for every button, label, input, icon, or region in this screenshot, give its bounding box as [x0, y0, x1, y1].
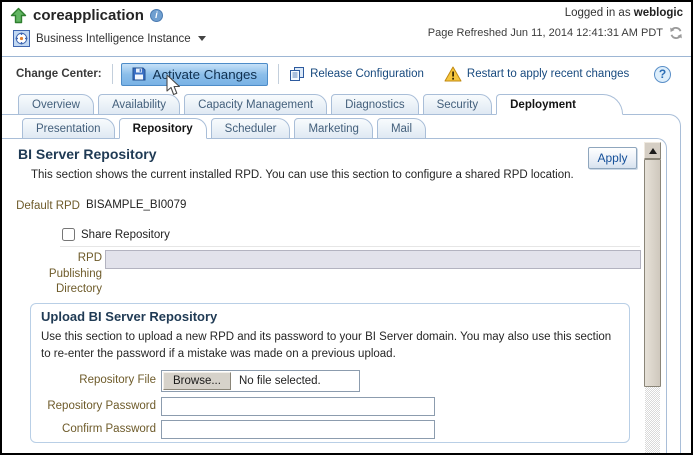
row-divider	[60, 246, 640, 247]
browse-button[interactable]: Browse...	[163, 372, 231, 390]
tab-repository[interactable]: Repository	[118, 118, 207, 139]
share-repository-row: Share Repository	[62, 228, 170, 241]
primary-tab-bar: Overview Availability Capacity Managemen…	[2, 91, 642, 115]
repository-file-input: Browse... No file selected.	[161, 370, 360, 392]
vertical-scrollbar	[644, 142, 661, 453]
username: weblogic	[633, 7, 683, 19]
rpd-publishing-directory-label: RPD Publishing Directory	[48, 252, 102, 296]
help-icon[interactable]: ?	[654, 65, 671, 83]
warning-icon	[444, 66, 462, 82]
save-icon	[132, 67, 146, 81]
rpd-publishing-directory-field	[105, 250, 641, 269]
page-refreshed-text: Page Refreshed Jun 11, 2014 12:41:31 AM …	[427, 27, 663, 39]
tab-overview[interactable]: Overview	[18, 94, 94, 115]
page-title: coreapplication	[33, 7, 144, 24]
tab-scheduler[interactable]: Scheduler	[210, 118, 291, 139]
change-center-bar: Change Center: Activate Changes Release …	[2, 56, 691, 91]
separator	[278, 64, 280, 84]
share-repository-label: Share Repository	[81, 228, 170, 241]
change-center-label: Change Center:	[16, 68, 102, 80]
repository-password-field[interactable]	[161, 397, 435, 416]
repository-panel: BI Server Repository Apply This section …	[2, 139, 644, 453]
tab-availability[interactable]: Availability	[97, 94, 181, 115]
restart-notice: Restart to apply recent changes	[444, 66, 629, 82]
activate-changes-button[interactable]: Activate Changes	[120, 62, 269, 86]
tab-diagnostics[interactable]: Diagnostics	[331, 94, 419, 115]
repository-file-label: Repository File	[79, 374, 156, 386]
tab-security[interactable]: Security	[422, 94, 493, 115]
app-window: coreapplication i Business Intelligence …	[2, 2, 691, 453]
secondary-tab-bar: Presentation Repository Scheduler Market…	[2, 115, 612, 139]
repository-password-label: Repository Password	[47, 400, 156, 412]
scrollbar-thumb[interactable]	[644, 159, 661, 387]
default-rpd-label: Default RPD	[16, 200, 80, 212]
logged-in-text: Logged in as weblogic	[564, 7, 683, 19]
share-repository-checkbox[interactable]	[62, 228, 75, 241]
instance-menu-label: Business Intelligence Instance	[36, 32, 191, 45]
tab-marketing[interactable]: Marketing	[294, 118, 373, 139]
upload-section-description: Use this section to upload a new RPD and…	[41, 331, 612, 360]
release-configuration-link[interactable]: Release Configuration	[289, 66, 424, 82]
section-description: This section shows the current installed…	[31, 169, 574, 181]
confirm-password-label: Confirm Password	[62, 423, 156, 435]
chevron-down-icon	[197, 36, 206, 41]
scrollbar-track[interactable]	[645, 387, 660, 453]
tab-deployment[interactable]: Deployment	[496, 94, 623, 115]
confirm-password-field[interactable]	[161, 420, 435, 439]
separator	[111, 64, 113, 84]
tab-mail[interactable]: Mail	[376, 118, 427, 139]
tab-presentation[interactable]: Presentation	[22, 118, 115, 139]
default-rpd-value: BISAMPLE_BI0079	[86, 199, 187, 211]
tab-capacity-management[interactable]: Capacity Management	[184, 94, 328, 115]
instance-menu[interactable]: Business Intelligence Instance	[13, 30, 206, 47]
up-arrow-icon	[10, 7, 27, 24]
refresh-icon[interactable]	[669, 26, 683, 40]
apply-button[interactable]: Apply	[588, 147, 637, 169]
info-icon[interactable]: i	[149, 9, 163, 22]
page-header: coreapplication i Business Intelligence …	[2, 2, 691, 56]
release-configuration-icon	[289, 66, 305, 82]
upload-repository-box: Upload BI Server Repository Use this sec…	[30, 303, 630, 443]
upload-section-title: Upload BI Server Repository	[41, 309, 218, 324]
scroll-up-arrow-icon	[648, 147, 657, 154]
scroll-up-button[interactable]	[644, 142, 661, 159]
bi-instance-icon	[13, 30, 30, 47]
section-title: BI Server Repository	[18, 146, 157, 162]
file-status-text: No file selected.	[238, 375, 321, 387]
